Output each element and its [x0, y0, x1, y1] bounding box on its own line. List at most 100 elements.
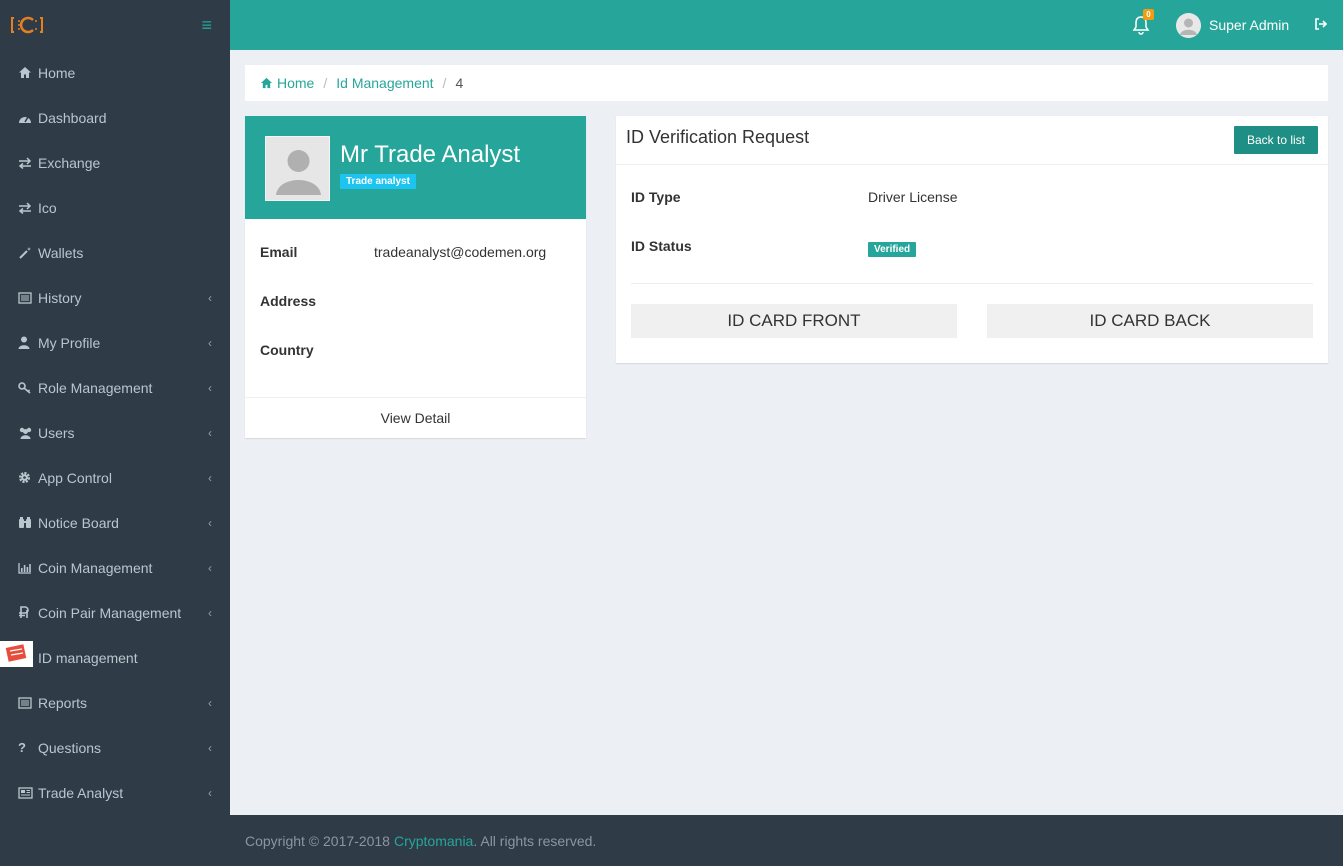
footer-brand-link[interactable]: Cryptomania — [394, 833, 473, 849]
sidebar-item-id-management[interactable]: ID management — [0, 635, 230, 680]
home-icon — [260, 77, 273, 89]
chevron-left-icon: ‹ — [208, 605, 212, 620]
key-icon — [18, 381, 38, 394]
sidebar-item-label: Exchange — [38, 154, 101, 171]
breadcrumb-separator: / — [323, 75, 328, 91]
footer-copyright: Copyright © 2017-2018 — [245, 832, 390, 849]
sidebar-item-label: App Control — [38, 469, 112, 486]
id-type-label: ID Type — [631, 189, 681, 205]
breadcrumb-separator: / — [442, 75, 447, 91]
sidebar-item-label: ID management — [38, 649, 138, 666]
sidebar-item-label: Dashboard — [38, 109, 107, 126]
sidebar-item-label: Wallets — [38, 244, 84, 261]
id-status-label: ID Status — [631, 238, 692, 254]
id-badge-icon — [0, 641, 33, 667]
list-icon — [18, 291, 38, 304]
chevron-left-icon: ‹ — [208, 335, 212, 350]
gear-icon — [18, 471, 38, 484]
address-label: Address — [260, 293, 317, 309]
id-card-back-button[interactable]: ID CARD BACK — [987, 304, 1313, 338]
sidebar-item-label: History — [38, 289, 82, 306]
brand-logo[interactable] — [10, 14, 44, 36]
sidebar-item-history[interactable]: History ‹ — [0, 275, 230, 320]
sidebar-item-label: My Profile — [38, 334, 101, 351]
chevron-left-icon: ‹ — [208, 380, 212, 395]
bar-chart-icon — [18, 562, 38, 574]
sidebar: ≡ Home Dashboard Exchange Ico Wallets Hi… — [0, 0, 230, 866]
sidebar-item-label: Role Management — [38, 379, 153, 396]
sidebar-item-home[interactable]: Home — [0, 50, 230, 95]
exchange-icon — [18, 201, 38, 214]
sidebar-item-label: Reports — [38, 694, 88, 711]
sidebar-item-app-control[interactable]: App Control ‹ — [0, 455, 230, 500]
notification-count-badge: 0 — [1143, 9, 1154, 20]
chevron-left-icon: ‹ — [208, 290, 212, 305]
breadcrumb-section-link[interactable]: Id Management — [336, 75, 433, 91]
breadcrumb-current: 4 — [455, 75, 464, 91]
newspaper-icon — [18, 786, 38, 799]
country-label: Country — [260, 342, 314, 358]
chevron-left-icon: ‹ — [208, 785, 212, 800]
email-value: tradeanalyst@codemen.org — [374, 244, 547, 260]
sidebar-item-coin-pair-management[interactable]: Coin Pair Management ‹ — [0, 590, 230, 635]
sidebar-item-label: Users — [38, 424, 75, 441]
question-icon: ? — [18, 740, 26, 755]
ruble-icon — [18, 606, 38, 619]
exchange-icon — [18, 156, 38, 169]
email-label: Email — [260, 244, 298, 260]
divider — [631, 283, 1313, 284]
sidebar-item-users[interactable]: Users ‹ — [0, 410, 230, 455]
chevron-left-icon: ‹ — [208, 515, 212, 530]
menu-toggle-icon[interactable]: ≡ — [201, 16, 212, 34]
id-status-value: Verified — [868, 239, 917, 257]
profile-name: Mr Trade Analyst — [340, 141, 521, 168]
sidebar-item-notice-board[interactable]: Notice Board ‹ — [0, 500, 230, 545]
breadcrumb-home-link[interactable]: Home — [260, 75, 314, 91]
sidebar-item-coin-management[interactable]: Coin Management ‹ — [0, 545, 230, 590]
user-menu[interactable]: Super Admin — [1176, 12, 1289, 38]
sidebar-item-trade-analyst[interactable]: Trade Analyst ‹ — [0, 770, 230, 815]
sidebar-item-label: Ico — [38, 199, 57, 216]
sidebar-item-dashboard[interactable]: Dashboard — [0, 95, 230, 140]
home-icon — [18, 66, 38, 79]
role-badge: Trade analyst — [340, 174, 416, 189]
profile-header: Mr Trade Analyst Trade analyst — [245, 116, 586, 219]
verification-title: ID Verification Request — [626, 127, 810, 147]
id-card-front-button[interactable]: ID CARD FRONT — [631, 304, 957, 338]
sidebar-item-label: Questions — [38, 739, 102, 756]
sidebar-item-questions[interactable]: ? Questions ‹ — [0, 725, 230, 770]
user-name: Super Admin — [1209, 17, 1290, 33]
sidebar-item-label: Home — [38, 64, 76, 81]
sidebar-item-label: Notice Board — [38, 514, 119, 531]
sidebar-item-role-management[interactable]: Role Management ‹ — [0, 365, 230, 410]
chevron-left-icon: ‹ — [208, 740, 212, 755]
top-header: 0 Super Admin — [230, 0, 1343, 50]
verification-header: ID Verification Request Back to list — [616, 116, 1328, 165]
chevron-left-icon: ‹ — [208, 425, 212, 440]
sidebar-item-wallets[interactable]: Wallets — [0, 230, 230, 275]
binoculars-icon — [18, 516, 38, 529]
footer: Copyright © 2017-2018 Cryptomania . All … — [230, 815, 1343, 866]
chevron-left-icon: ‹ — [208, 560, 212, 575]
wand-icon — [18, 246, 38, 260]
users-icon — [18, 427, 38, 439]
logout-icon[interactable] — [1314, 17, 1328, 31]
logo-bar: ≡ — [0, 0, 230, 50]
view-detail-link[interactable]: View Detail — [245, 397, 586, 438]
sidebar-item-label: Coin Management — [38, 559, 153, 576]
sidebar-nav: Home Dashboard Exchange Ico Wallets Hist… — [0, 50, 230, 815]
sidebar-item-exchange[interactable]: Exchange — [0, 140, 230, 185]
profile-card: Mr Trade Analyst Trade analyst Email tra… — [245, 116, 586, 438]
chevron-left-icon: ‹ — [208, 470, 212, 485]
footer-suffix: . All rights reserved. — [473, 832, 597, 849]
verification-card: ID Verification Request Back to list ID … — [616, 116, 1328, 363]
profile-avatar — [265, 136, 330, 201]
sidebar-item-my-profile[interactable]: My Profile ‹ — [0, 320, 230, 365]
avatar — [1176, 12, 1201, 38]
status-badge: Verified — [868, 242, 917, 257]
sidebar-item-reports[interactable]: Reports ‹ — [0, 680, 230, 725]
list-icon — [18, 696, 38, 709]
sidebar-item-label: Trade Analyst — [38, 784, 124, 801]
sidebar-item-ico[interactable]: Ico — [0, 185, 230, 230]
back-to-list-button[interactable]: Back to list — [1233, 126, 1318, 154]
